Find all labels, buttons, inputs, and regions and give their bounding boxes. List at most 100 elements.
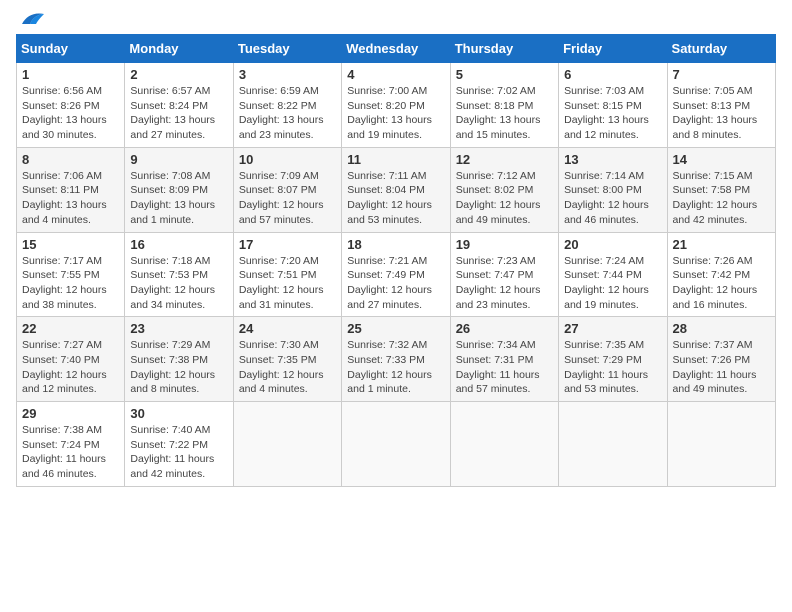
day-number: 29 <box>22 406 119 421</box>
weekday-header-friday: Friday <box>559 35 667 63</box>
day-detail: Sunrise: 7:02 AM Sunset: 8:18 PM Dayligh… <box>456 84 553 143</box>
calendar-cell: 28 Sunrise: 7:37 AM Sunset: 7:26 PM Dayli… <box>667 317 775 402</box>
calendar-cell <box>342 402 450 487</box>
calendar-cell: 13 Sunrise: 7:14 AM Sunset: 8:00 PM Dayli… <box>559 147 667 232</box>
calendar-cell: 6 Sunrise: 7:03 AM Sunset: 8:15 PM Daylig… <box>559 63 667 148</box>
day-detail: Sunrise: 7:20 AM Sunset: 7:51 PM Dayligh… <box>239 254 336 313</box>
day-detail: Sunrise: 6:59 AM Sunset: 8:22 PM Dayligh… <box>239 84 336 143</box>
day-number: 28 <box>673 321 770 336</box>
calendar-cell: 1 Sunrise: 6:56 AM Sunset: 8:26 PM Daylig… <box>17 63 125 148</box>
calendar-cell: 17 Sunrise: 7:20 AM Sunset: 7:51 PM Dayli… <box>233 232 341 317</box>
day-detail: Sunrise: 7:09 AM Sunset: 8:07 PM Dayligh… <box>239 169 336 228</box>
day-detail: Sunrise: 7:03 AM Sunset: 8:15 PM Dayligh… <box>564 84 661 143</box>
day-detail: Sunrise: 7:14 AM Sunset: 8:00 PM Dayligh… <box>564 169 661 228</box>
day-detail: Sunrise: 7:26 AM Sunset: 7:42 PM Dayligh… <box>673 254 770 313</box>
calendar-cell: 14 Sunrise: 7:15 AM Sunset: 7:58 PM Dayli… <box>667 147 775 232</box>
day-detail: Sunrise: 7:40 AM Sunset: 7:22 PM Dayligh… <box>130 423 227 482</box>
day-number: 26 <box>456 321 553 336</box>
day-number: 20 <box>564 237 661 252</box>
calendar-cell: 20 Sunrise: 7:24 AM Sunset: 7:44 PM Dayli… <box>559 232 667 317</box>
day-detail: Sunrise: 7:24 AM Sunset: 7:44 PM Dayligh… <box>564 254 661 313</box>
calendar-cell: 19 Sunrise: 7:23 AM Sunset: 7:47 PM Dayli… <box>450 232 558 317</box>
calendar-cell: 30 Sunrise: 7:40 AM Sunset: 7:22 PM Dayli… <box>125 402 233 487</box>
day-number: 10 <box>239 152 336 167</box>
day-number: 6 <box>564 67 661 82</box>
day-detail: Sunrise: 6:57 AM Sunset: 8:24 PM Dayligh… <box>130 84 227 143</box>
day-number: 12 <box>456 152 553 167</box>
page-header <box>16 16 776 24</box>
day-detail: Sunrise: 7:30 AM Sunset: 7:35 PM Dayligh… <box>239 338 336 397</box>
calendar-cell: 23 Sunrise: 7:29 AM Sunset: 7:38 PM Dayli… <box>125 317 233 402</box>
day-number: 21 <box>673 237 770 252</box>
day-number: 11 <box>347 152 444 167</box>
weekday-header-thursday: Thursday <box>450 35 558 63</box>
calendar-cell: 12 Sunrise: 7:12 AM Sunset: 8:02 PM Dayli… <box>450 147 558 232</box>
calendar-header-row: SundayMondayTuesdayWednesdayThursdayFrid… <box>17 35 776 63</box>
calendar-cell: 16 Sunrise: 7:18 AM Sunset: 7:53 PM Dayli… <box>125 232 233 317</box>
calendar-table: SundayMondayTuesdayWednesdayThursdayFrid… <box>16 34 776 487</box>
calendar-cell: 7 Sunrise: 7:05 AM Sunset: 8:13 PM Daylig… <box>667 63 775 148</box>
calendar-cell: 5 Sunrise: 7:02 AM Sunset: 8:18 PM Daylig… <box>450 63 558 148</box>
day-detail: Sunrise: 6:56 AM Sunset: 8:26 PM Dayligh… <box>22 84 119 143</box>
day-number: 9 <box>130 152 227 167</box>
calendar-cell: 8Sunrise: 7:06 AM Sunset: 8:11 PM Daylig… <box>17 147 125 232</box>
day-number: 17 <box>239 237 336 252</box>
weekday-header-monday: Monday <box>125 35 233 63</box>
calendar-cell: 21 Sunrise: 7:26 AM Sunset: 7:42 PM Dayli… <box>667 232 775 317</box>
calendar-cell: 2 Sunrise: 6:57 AM Sunset: 8:24 PM Daylig… <box>125 63 233 148</box>
calendar-cell: 24 Sunrise: 7:30 AM Sunset: 7:35 PM Dayli… <box>233 317 341 402</box>
day-number: 16 <box>130 237 227 252</box>
calendar-cell: 27 Sunrise: 7:35 AM Sunset: 7:29 PM Dayli… <box>559 317 667 402</box>
day-number: 23 <box>130 321 227 336</box>
day-number: 3 <box>239 67 336 82</box>
day-number: 24 <box>239 321 336 336</box>
calendar-cell <box>233 402 341 487</box>
calendar-cell: 11 Sunrise: 7:11 AM Sunset: 8:04 PM Dayli… <box>342 147 450 232</box>
calendar-cell <box>559 402 667 487</box>
day-number: 27 <box>564 321 661 336</box>
day-number: 25 <box>347 321 444 336</box>
logo-bird-icon <box>18 10 46 28</box>
day-number: 13 <box>564 152 661 167</box>
day-detail: Sunrise: 7:23 AM Sunset: 7:47 PM Dayligh… <box>456 254 553 313</box>
day-detail: Sunrise: 7:29 AM Sunset: 7:38 PM Dayligh… <box>130 338 227 397</box>
calendar-week-row-5: 29 Sunrise: 7:38 AM Sunset: 7:24 PM Dayli… <box>17 402 776 487</box>
day-number: 7 <box>673 67 770 82</box>
day-detail: Sunrise: 7:05 AM Sunset: 8:13 PM Dayligh… <box>673 84 770 143</box>
day-detail: Sunrise: 7:35 AM Sunset: 7:29 PM Dayligh… <box>564 338 661 397</box>
day-number: 5 <box>456 67 553 82</box>
calendar-cell: 3 Sunrise: 6:59 AM Sunset: 8:22 PM Daylig… <box>233 63 341 148</box>
day-detail: Sunrise: 7:12 AM Sunset: 8:02 PM Dayligh… <box>456 169 553 228</box>
calendar-cell: 10 Sunrise: 7:09 AM Sunset: 8:07 PM Dayli… <box>233 147 341 232</box>
calendar-cell <box>667 402 775 487</box>
day-detail: Sunrise: 7:38 AM Sunset: 7:24 PM Dayligh… <box>22 423 119 482</box>
day-number: 22 <box>22 321 119 336</box>
day-detail: Sunrise: 7:00 AM Sunset: 8:20 PM Dayligh… <box>347 84 444 143</box>
day-detail: Sunrise: 7:18 AM Sunset: 7:53 PM Dayligh… <box>130 254 227 313</box>
weekday-header-sunday: Sunday <box>17 35 125 63</box>
calendar-cell: 18 Sunrise: 7:21 AM Sunset: 7:49 PM Dayli… <box>342 232 450 317</box>
day-number: 30 <box>130 406 227 421</box>
day-detail: Sunrise: 7:34 AM Sunset: 7:31 PM Dayligh… <box>456 338 553 397</box>
day-detail: Sunrise: 7:27 AM Sunset: 7:40 PM Dayligh… <box>22 338 119 397</box>
day-detail: Sunrise: 7:21 AM Sunset: 7:49 PM Dayligh… <box>347 254 444 313</box>
calendar-week-row-1: 1 Sunrise: 6:56 AM Sunset: 8:26 PM Daylig… <box>17 63 776 148</box>
day-detail: Sunrise: 7:32 AM Sunset: 7:33 PM Dayligh… <box>347 338 444 397</box>
day-number: 1 <box>22 67 119 82</box>
calendar-cell: 22 Sunrise: 7:27 AM Sunset: 7:40 PM Dayli… <box>17 317 125 402</box>
calendar-week-row-4: 22 Sunrise: 7:27 AM Sunset: 7:40 PM Dayli… <box>17 317 776 402</box>
day-number: 18 <box>347 237 444 252</box>
day-detail: Sunrise: 7:11 AM Sunset: 8:04 PM Dayligh… <box>347 169 444 228</box>
day-detail: Sunrise: 7:15 AM Sunset: 7:58 PM Dayligh… <box>673 169 770 228</box>
day-number: 19 <box>456 237 553 252</box>
day-number: 14 <box>673 152 770 167</box>
day-number: 2 <box>130 67 227 82</box>
weekday-header-saturday: Saturday <box>667 35 775 63</box>
day-detail: Sunrise: 7:37 AM Sunset: 7:26 PM Dayligh… <box>673 338 770 397</box>
calendar-cell: 15Sunrise: 7:17 AM Sunset: 7:55 PM Dayli… <box>17 232 125 317</box>
calendar-week-row-2: 8Sunrise: 7:06 AM Sunset: 8:11 PM Daylig… <box>17 147 776 232</box>
calendar-cell: 29 Sunrise: 7:38 AM Sunset: 7:24 PM Dayli… <box>17 402 125 487</box>
logo <box>16 16 46 24</box>
day-detail: Sunrise: 7:08 AM Sunset: 8:09 PM Dayligh… <box>130 169 227 228</box>
calendar-cell: 4Sunrise: 7:00 AM Sunset: 8:20 PM Daylig… <box>342 63 450 148</box>
